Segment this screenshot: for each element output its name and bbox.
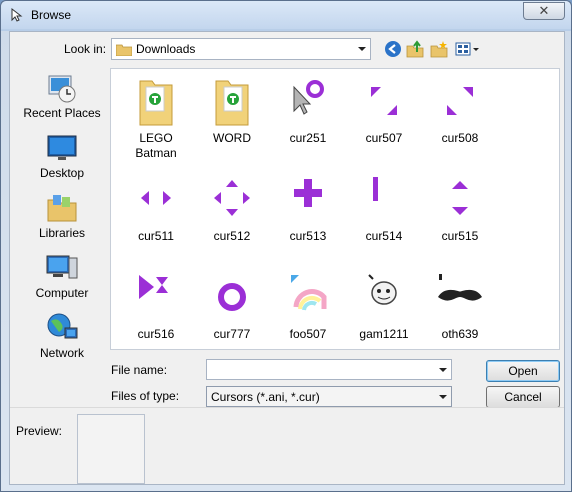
cursor-resize-horizontal-icon	[141, 191, 171, 205]
window-title: Browse	[31, 8, 72, 22]
file-name: cur516	[137, 327, 175, 341]
file-name: cur515	[441, 229, 479, 243]
cursor-arrow-ring-icon	[293, 80, 324, 115]
title-bar[interactable]: Browse ✕	[1, 1, 571, 29]
file-item-cur511[interactable]: cur511	[118, 173, 194, 244]
divider	[10, 407, 564, 408]
places-bar: Recent Places Desktop Libraries Computer…	[16, 68, 108, 360]
file-name: cur507	[365, 131, 403, 145]
file-item-word[interactable]: WORD	[194, 75, 270, 146]
place-network[interactable]: Network	[16, 312, 108, 370]
file-item-lego-batman[interactable]: LEGO Batman	[118, 75, 194, 161]
files-of-type-label: Files of type:	[111, 389, 180, 403]
cursor-app-icon	[11, 7, 23, 22]
folder-icon	[139, 80, 173, 126]
look-in-combo[interactable]: Downloads	[111, 38, 371, 60]
place-recent-places[interactable]: Recent Places	[16, 72, 108, 130]
files-of-type-value: Cursors (*.ani, *.cur)	[211, 390, 320, 404]
place-label: Desktop	[39, 166, 85, 180]
cursor-resize-diagonal-icon	[371, 87, 397, 115]
new-folder-icon[interactable]	[430, 40, 448, 58]
preview-label: Preview:	[16, 424, 63, 438]
file-item-cur507[interactable]: cur507	[346, 75, 422, 146]
network-icon	[47, 313, 78, 339]
file-item-cur251[interactable]: cur251	[270, 75, 346, 146]
back-icon[interactable]	[384, 40, 402, 58]
file-name: cur512	[213, 229, 251, 243]
file-name: cur513	[289, 229, 327, 243]
file-item-foo507[interactable]: foo507	[270, 271, 346, 342]
computer-icon	[46, 255, 78, 279]
place-label: Recent Places	[23, 106, 101, 120]
file-item-gam1211[interactable]: gam1211	[346, 271, 422, 342]
look-in-value: Downloads	[136, 42, 196, 56]
place-label: Network	[39, 346, 84, 360]
place-label: Computer	[35, 286, 89, 300]
file-item-cur515[interactable]: cur515	[422, 173, 498, 244]
file-item-cur777[interactable]: cur777	[194, 271, 270, 342]
place-computer[interactable]: Computer	[16, 252, 108, 310]
file-name-input[interactable]	[206, 359, 452, 380]
close-button[interactable]: ✕	[523, 2, 565, 20]
chevron-down-icon[interactable]	[439, 368, 447, 372]
file-name: cur777	[213, 327, 251, 341]
dialog-client: Look in: Downloads Recent Places Desktop…	[9, 31, 565, 485]
file-item-cur513[interactable]: cur513	[270, 173, 346, 244]
file-item-cur508[interactable]: cur508	[422, 75, 498, 146]
file-item-cur514[interactable]: cur514	[346, 173, 422, 244]
place-label: Libraries	[38, 226, 86, 240]
file-name-label: File name:	[111, 363, 168, 377]
files-of-type-select[interactable]: Cursors (*.ani, *.cur)	[206, 386, 452, 407]
cursor-resize-antidiagonal-icon	[447, 87, 473, 115]
file-item-cur516[interactable]: cur516	[118, 271, 194, 342]
cursor-crosshair-icon	[294, 179, 322, 207]
cursor-rainbow-icon	[291, 275, 327, 311]
recent-places-icon	[48, 75, 76, 103]
open-button[interactable]: Open	[486, 360, 560, 382]
chevron-down-icon[interactable]	[358, 47, 366, 51]
cursor-hourglass-arrow-icon	[139, 275, 168, 299]
file-list[interactable]: LEGO Batman WORD cur251 cur507 cur508 cu…	[110, 68, 560, 350]
file-name: gam1211	[359, 327, 409, 341]
cancel-button[interactable]: Cancel	[486, 386, 560, 408]
file-name: oth639	[441, 327, 479, 341]
place-libraries[interactable]: Libraries	[16, 192, 108, 250]
cursor-resize-vertical-icon	[452, 181, 468, 215]
file-name: LEGO Batman	[135, 131, 177, 160]
place-desktop[interactable]: Desktop	[16, 132, 108, 190]
folder-icon	[116, 44, 132, 56]
cursor-text-beam-icon	[373, 177, 378, 201]
cursor-ring-icon	[218, 283, 246, 311]
close-icon: ✕	[538, 3, 550, 18]
view-menu-icon[interactable]	[455, 40, 481, 58]
open-button-label: Open	[508, 364, 538, 378]
preview-box	[77, 414, 145, 484]
cursor-mustache-icon	[438, 274, 482, 301]
cursor-move-icon	[214, 180, 250, 216]
file-name: cur514	[365, 229, 403, 243]
chevron-down-icon[interactable]	[439, 395, 447, 399]
look-in-label: Look in:	[64, 42, 107, 56]
file-name: cur511	[138, 229, 174, 243]
cancel-button-label: Cancel	[504, 390, 542, 404]
file-item-oth639[interactable]: oth639	[422, 271, 498, 342]
file-name: WORD	[213, 131, 251, 145]
cursor-ghost-icon	[368, 274, 397, 305]
folder-icon	[215, 80, 249, 126]
file-name: cur251	[289, 131, 327, 145]
desktop-icon	[47, 135, 77, 160]
file-name: foo507	[289, 327, 327, 341]
file-item-cur512[interactable]: cur512	[194, 173, 270, 244]
browse-dialog: Browse ✕ Look in: Downloads Recent Place…	[0, 0, 572, 492]
up-folder-icon[interactable]	[406, 40, 424, 58]
libraries-icon	[47, 195, 77, 222]
file-name: cur508	[441, 131, 479, 145]
